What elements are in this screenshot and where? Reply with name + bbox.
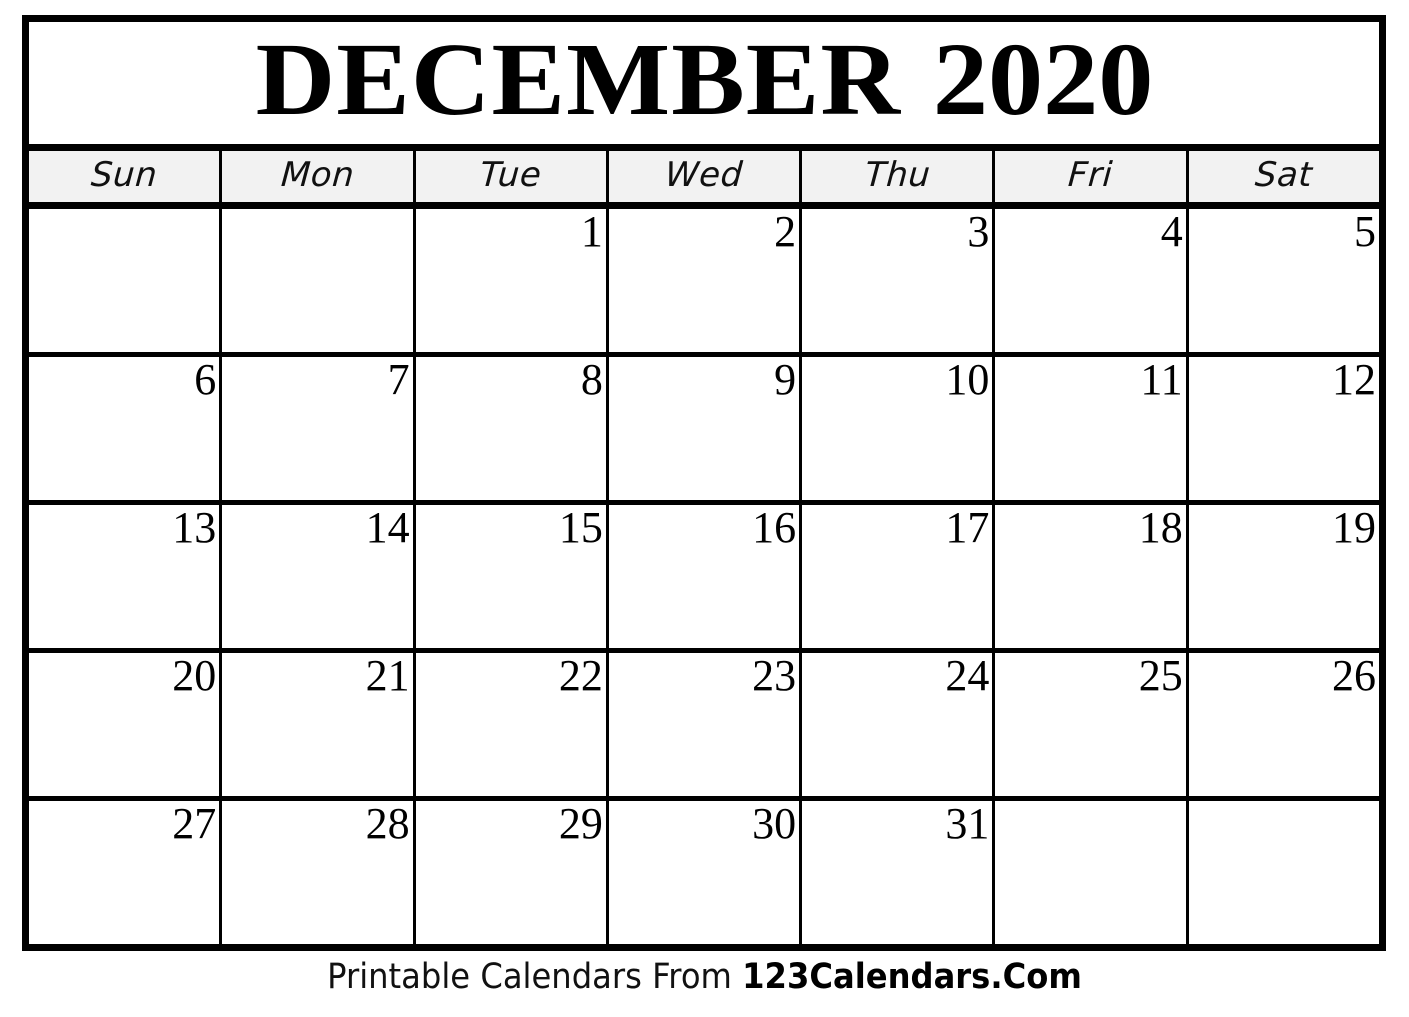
day-number: 25 [1138, 653, 1183, 700]
day-number: 2 [774, 209, 797, 256]
week-row: 27 28 29 30 31 [29, 801, 1379, 944]
day-cell[interactable]: 4 [995, 209, 1189, 352]
day-number: 4 [1160, 209, 1183, 256]
day-cell[interactable]: 27 [29, 801, 223, 944]
day-number: 30 [752, 801, 797, 848]
day-cell[interactable]: 13 [29, 505, 223, 648]
day-cell[interactable] [222, 209, 416, 352]
day-cell[interactable]: 29 [415, 801, 609, 944]
day-number: 8 [580, 357, 603, 404]
day-number: 6 [194, 357, 217, 404]
day-cell[interactable]: 30 [608, 801, 803, 944]
day-number: 21 [365, 653, 410, 700]
weekday-label: Sun [89, 155, 159, 195]
day-cell[interactable]: 25 [995, 653, 1189, 796]
day-number: 13 [172, 505, 217, 552]
weekday-label: Sat [1253, 155, 1314, 195]
day-number: 15 [558, 505, 603, 552]
day-number: 23 [752, 653, 797, 700]
day-number: 24 [945, 653, 990, 700]
weekday-header-tue: Tue [415, 151, 609, 202]
day-number: 10 [945, 357, 990, 404]
day-cell[interactable]: 5 [1188, 209, 1379, 352]
day-number: 5 [1353, 209, 1376, 256]
calendar-page: DECEMBER 2020 Sun Mon Tue Wed Thu Fri Sa… [0, 0, 1409, 1017]
weekday-label: Thu [863, 155, 932, 195]
day-number: 11 [1140, 357, 1183, 404]
weekday-label: Wed [663, 155, 745, 195]
day-cell[interactable]: 17 [802, 505, 996, 648]
day-number: 1 [580, 209, 603, 256]
year-label: 2020 [932, 22, 1153, 137]
footer-prefix: Printable Calendars From [327, 957, 743, 997]
day-cell[interactable]: 1 [415, 209, 609, 352]
day-number: 9 [774, 357, 797, 404]
day-cell[interactable]: 21 [222, 653, 416, 796]
day-cell[interactable]: 3 [802, 209, 996, 352]
footer-attribution: Printable Calendars From 123Calendars.Co… [56, 957, 1352, 997]
week-row: 13 14 15 16 17 18 19 [29, 505, 1379, 653]
week-row: 6 7 8 9 10 11 12 [29, 357, 1379, 505]
page-title: DECEMBER 2020 [255, 28, 1153, 138]
weekday-header-sat: Sat [1188, 151, 1379, 202]
brand-link[interactable]: 123Calendars.Com [742, 957, 1082, 997]
day-number: 3 [967, 209, 990, 256]
day-number: 28 [365, 801, 410, 848]
day-cell[interactable]: 10 [802, 357, 996, 500]
day-number: 31 [945, 801, 990, 848]
day-cell[interactable]: 14 [222, 505, 416, 648]
day-number: 19 [1331, 505, 1376, 552]
weekday-label: Tue [478, 155, 543, 195]
day-cell[interactable]: 6 [29, 357, 223, 500]
day-cell[interactable]: 16 [608, 505, 803, 648]
day-cell[interactable]: 15 [415, 505, 609, 648]
weekday-header-sun: Sun [29, 151, 223, 202]
day-cell[interactable]: 23 [608, 653, 803, 796]
weekday-header-mon: Mon [222, 151, 416, 202]
day-cell[interactable]: 28 [222, 801, 416, 944]
day-number: 27 [172, 801, 217, 848]
day-cell[interactable] [29, 209, 223, 352]
week-row: 20 21 22 23 24 25 26 [29, 653, 1379, 801]
day-cell[interactable]: 7 [222, 357, 416, 500]
day-number: 17 [945, 505, 990, 552]
weekday-label: Fri [1067, 155, 1115, 195]
calendar-frame: DECEMBER 2020 Sun Mon Tue Wed Thu Fri Sa… [22, 15, 1386, 951]
day-cell[interactable]: 20 [29, 653, 223, 796]
day-number: 16 [752, 505, 797, 552]
day-cell[interactable]: 26 [1188, 653, 1379, 796]
day-number: 20 [172, 653, 217, 700]
day-cell[interactable]: 22 [415, 653, 609, 796]
day-number: 26 [1331, 653, 1376, 700]
day-cell[interactable]: 24 [802, 653, 996, 796]
calendar-title-bar: DECEMBER 2020 [29, 22, 1379, 151]
week-row: 1 2 3 4 5 [29, 209, 1379, 357]
day-cell[interactable]: 2 [608, 209, 803, 352]
day-cell[interactable]: 11 [995, 357, 1189, 500]
day-number: 22 [558, 653, 603, 700]
day-cell[interactable]: 18 [995, 505, 1189, 648]
day-cell[interactable]: 8 [415, 357, 609, 500]
day-number: 29 [558, 801, 603, 848]
weekday-header-wed: Wed [608, 151, 803, 202]
day-number: 12 [1331, 357, 1376, 404]
day-number: 18 [1138, 505, 1183, 552]
weekday-header-row: Sun Mon Tue Wed Thu Fri Sat [29, 151, 1379, 209]
day-cell[interactable] [995, 801, 1189, 944]
month-name: DECEMBER [255, 22, 901, 137]
day-cell[interactable]: 19 [1188, 505, 1379, 648]
day-cell[interactable]: 12 [1188, 357, 1379, 500]
day-cell[interactable] [1188, 801, 1379, 944]
day-cell[interactable]: 31 [802, 801, 996, 944]
calendar-weeks-grid: 1 2 3 4 5 6 7 8 9 10 11 12 13 14 15 16 1… [29, 209, 1379, 944]
day-number: 7 [387, 357, 410, 404]
weekday-label: Mon [279, 155, 356, 195]
weekday-header-fri: Fri [995, 151, 1189, 202]
day-cell[interactable]: 9 [608, 357, 803, 500]
weekday-header-thu: Thu [802, 151, 996, 202]
day-number: 14 [365, 505, 410, 552]
